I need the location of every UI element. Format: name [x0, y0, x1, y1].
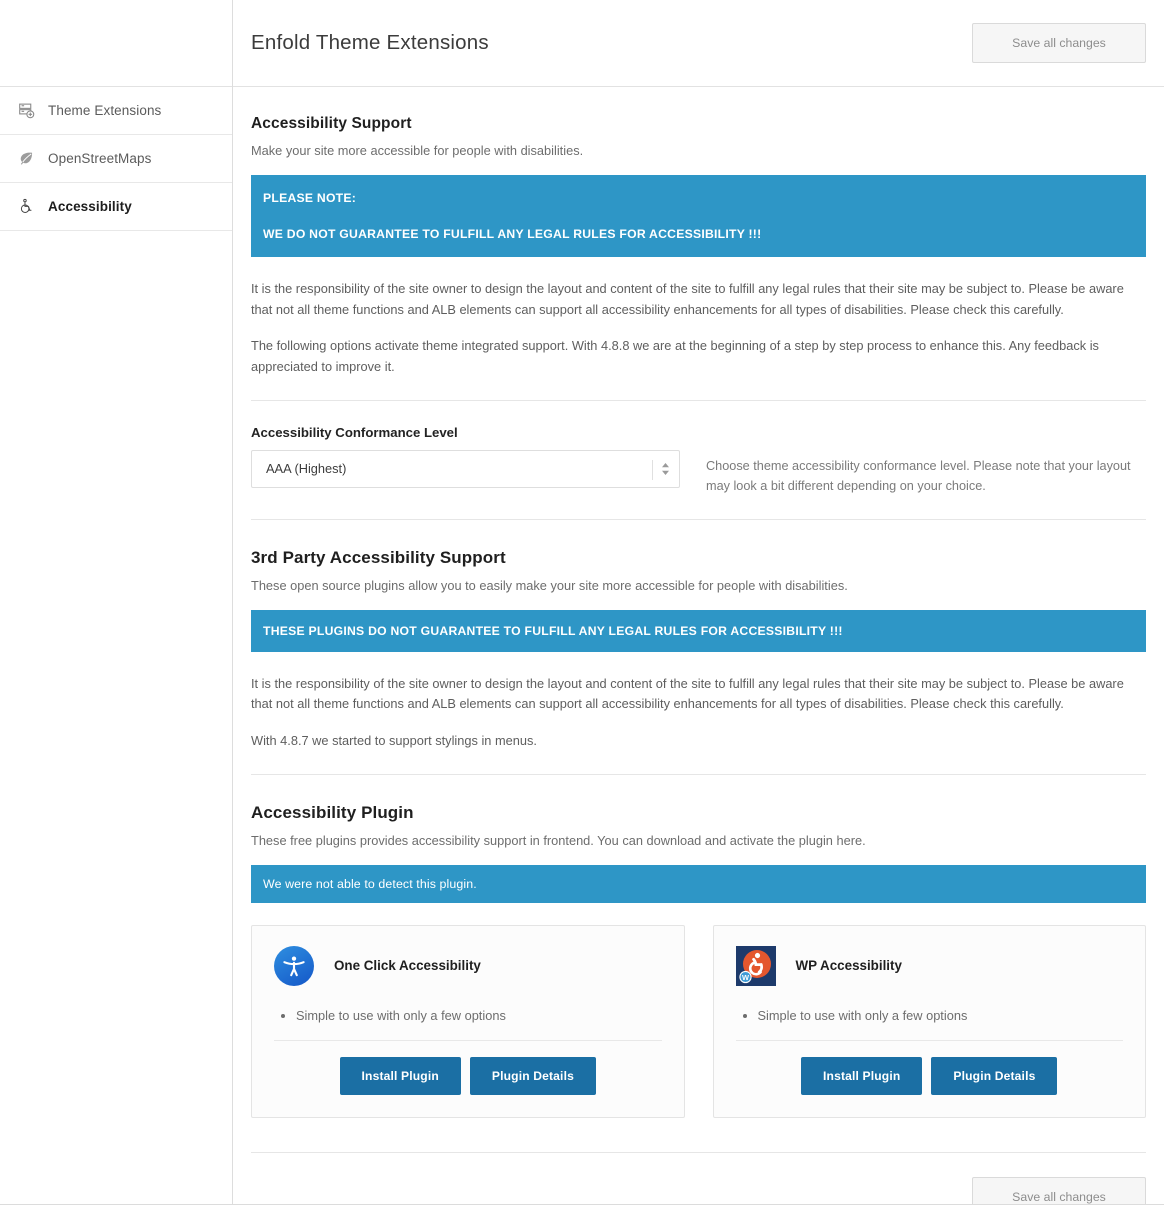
server-stack-plus-icon: [16, 101, 36, 121]
conformance-level-select[interactable]: AAA (Highest): [251, 449, 680, 488]
third-party-description: These open source plugins allow you to e…: [251, 577, 848, 593]
plugin-cards: One Click Accessibility Simple to use wi…: [251, 924, 1146, 1119]
third-party-section: 3rd Party Accessibility Support These op…: [251, 530, 1146, 785]
sidebar: Theme Extensions OpenStreetMaps Accessib…: [0, 0, 233, 1204]
accessibility-plugin-title: Accessibility Plugin: [251, 802, 414, 822]
third-party-title: 3rd Party Accessibility Support: [251, 547, 506, 567]
sidebar-item-openstreetmaps[interactable]: OpenStreetMaps: [0, 135, 232, 183]
admin-page: Theme Extensions OpenStreetMaps Accessib…: [0, 0, 1164, 1205]
plugin-card-wp-accessibility: W WP Accessibility Simple to use with on…: [712, 924, 1146, 1119]
third-party-paragraph-2: With 4.8.7 we started to support styling…: [251, 733, 537, 749]
please-note-text: WE DO NOT GUARANTEE TO FULFILL ANY LEGAL…: [263, 226, 762, 241]
wheelchair-icon: [16, 197, 36, 217]
content-area: Accessibility Support Make your site mor…: [233, 87, 1164, 1204]
sidebar-header-spacer: [0, 0, 232, 87]
accessibility-support-description: Make your site more accessible for peopl…: [251, 143, 584, 158]
page-footer: Save all changes: [251, 1152, 1146, 1204]
plugin-card-header: W WP Accessibility: [735, 945, 1124, 986]
plugin-card-actions: Install Plugin Plugin Details: [274, 1057, 662, 1096]
third-party-paragraph-1: It is the responsibility of the site own…: [251, 675, 1124, 712]
sidebar-item-accessibility[interactable]: Accessibility: [0, 183, 232, 231]
sidebar-item-label: Accessibility: [48, 199, 132, 214]
leaf-icon: [16, 149, 36, 169]
accessibility-person-icon: [274, 945, 314, 986]
accessibility-support-section: Accessibility Support Make your site mor…: [251, 87, 1146, 530]
plugin-card-header: One Click Accessibility: [274, 945, 662, 986]
responsibility-paragraph: It is the responsibility of the site own…: [251, 280, 1124, 317]
sidebar-item-label: OpenStreetMaps: [48, 151, 152, 166]
plugin-detection-text: We were not able to detect this plugin.: [263, 876, 477, 891]
third-party-notice-text: THESE PLUGINS DO NOT GUARANTEE TO FULFIL…: [263, 623, 843, 638]
plugin-card-actions: Install Plugin Plugin Details: [736, 1057, 1124, 1096]
accessible-wheelchair-wp-icon: W: [735, 945, 776, 986]
options-paragraph: The following options activate theme int…: [251, 338, 1099, 374]
please-note-notice: PLEASE NOTE: WE DO NOT GUARANTEE TO FULF…: [251, 174, 1146, 257]
install-plugin-button[interactable]: Install Plugin: [801, 1057, 923, 1096]
plugin-card-feature: Simple to use with only a few options: [296, 1006, 662, 1026]
plugin-card-divider: [274, 1040, 662, 1042]
plugin-card-title: One Click Accessibility: [334, 958, 481, 974]
page-header: Enfold Theme Extensions Save all changes: [233, 0, 1164, 87]
third-party-notice: THESE PLUGINS DO NOT GUARANTEE TO FULFIL…: [251, 609, 1146, 652]
conformance-label: Accessibility Conformance Level: [251, 424, 458, 440]
plugin-details-button[interactable]: Plugin Details: [469, 1057, 596, 1096]
plugin-card-divider: [735, 1040, 1123, 1042]
accessibility-support-title: Accessibility Support: [251, 115, 412, 132]
conformance-selected-value: AAA (Highest): [266, 461, 347, 477]
page-title: Enfold Theme Extensions: [251, 31, 489, 54]
plugin-card-feature-list: Simple to use with only a few options: [736, 1006, 1124, 1026]
plugin-card-feature-list: Simple to use with only a few options: [274, 1006, 662, 1026]
select-stepper-arrows-icon: [662, 462, 669, 475]
svg-text:W: W: [742, 973, 749, 982]
accessibility-plugin-description: These free plugins provides accessibilit…: [251, 832, 866, 848]
accessibility-plugin-section: Accessibility Plugin These free plugins …: [251, 785, 1146, 1138]
plugin-card-feature: Simple to use with only a few options: [758, 1006, 1124, 1026]
section-divider-3: [251, 773, 1146, 775]
sidebar-item-theme-extensions[interactable]: Theme Extensions: [0, 87, 232, 135]
section-divider-2: [251, 518, 1146, 520]
plugin-card-title: WP Accessibility: [795, 958, 902, 974]
sidebar-item-label: Theme Extensions: [48, 103, 162, 118]
install-plugin-button[interactable]: Install Plugin: [339, 1057, 461, 1096]
save-all-changes-button-top[interactable]: Save all changes: [972, 23, 1146, 63]
conformance-row: AAA (Highest) Choose theme accessibility…: [251, 449, 1146, 497]
section-divider: [251, 399, 1146, 401]
select-separator: [652, 459, 653, 480]
conformance-help-text: Choose theme accessibility conformance l…: [706, 458, 1131, 494]
main-panel: Enfold Theme Extensions Save all changes…: [233, 0, 1164, 1204]
plugin-detection-notice: We were not able to detect this plugin.: [251, 864, 1146, 903]
plugin-details-button[interactable]: Plugin Details: [931, 1057, 1058, 1096]
please-note-label: PLEASE NOTE:: [263, 190, 357, 205]
plugin-card-one-click-accessibility: One Click Accessibility Simple to use wi…: [251, 924, 685, 1119]
save-all-changes-button-bottom[interactable]: Save all changes: [972, 1177, 1146, 1204]
